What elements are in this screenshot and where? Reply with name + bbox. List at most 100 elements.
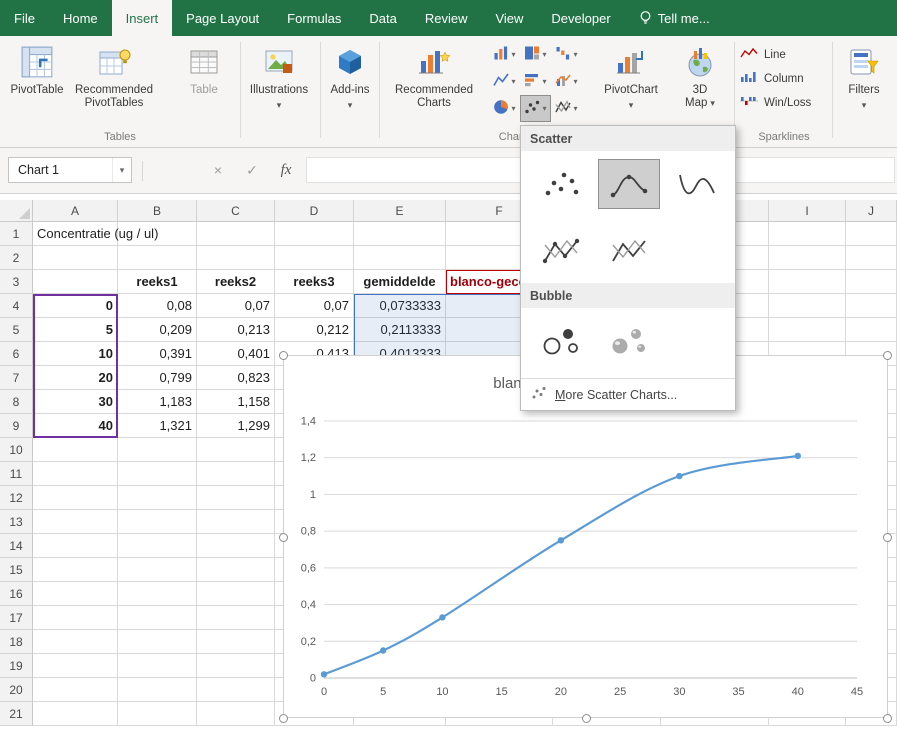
cell-C18[interactable]	[197, 630, 275, 654]
cell-C12[interactable]	[197, 486, 275, 510]
cell-B15[interactable]	[118, 558, 197, 582]
cell-B16[interactable]	[118, 582, 197, 606]
cell-B17[interactable]	[118, 606, 197, 630]
cell-C4[interactable]: 0,07	[197, 294, 275, 318]
cell-J1[interactable]	[846, 222, 897, 246]
cell-C13[interactable]	[197, 510, 275, 534]
scatter-chart-button[interactable]: ▾	[520, 95, 551, 122]
cell-I4[interactable]	[769, 294, 846, 318]
cell-C7[interactable]: 0,823	[197, 366, 275, 390]
row-header-16[interactable]: 16	[0, 582, 33, 606]
cell-E4[interactable]: 0,0733333	[354, 294, 446, 318]
cell-C8[interactable]: 1,158	[197, 390, 275, 414]
cell-C9[interactable]: 1,299	[197, 414, 275, 438]
bubble-option[interactable]	[530, 316, 592, 366]
chart-resize-handle[interactable]	[279, 351, 288, 360]
tab-developer[interactable]: Developer	[537, 0, 624, 36]
row-header-13[interactable]: 13	[0, 510, 33, 534]
cell-A15[interactable]	[33, 558, 118, 582]
cell-A17[interactable]	[33, 606, 118, 630]
formula-bar-splitter[interactable]	[142, 161, 143, 181]
chart-resize-handle[interactable]	[883, 714, 892, 723]
chart-resize-handle[interactable]	[883, 533, 892, 542]
row-header-5[interactable]: 5	[0, 318, 33, 342]
cell-B9[interactable]: 1,321	[118, 414, 197, 438]
cell-I5[interactable]	[769, 318, 846, 342]
chart-resize-handle[interactable]	[582, 714, 591, 723]
more-scatter-charts-item[interactable]: More Scatter Charts...	[521, 378, 735, 410]
cell-B11[interactable]	[118, 462, 197, 486]
cell-B13[interactable]	[118, 510, 197, 534]
recommended-pivottables-button[interactable]: Recommended PivotTables	[70, 40, 158, 140]
cell-I1[interactable]	[769, 222, 846, 246]
cell-A21[interactable]	[33, 702, 118, 726]
column-header-I[interactable]: I	[769, 200, 846, 222]
cell-B5[interactable]: 0,209	[118, 318, 197, 342]
cell-A7[interactable]: 20	[33, 366, 118, 390]
cancel-button[interactable]: ×	[204, 157, 232, 183]
illustrations-button[interactable]: Illustrations ▾	[246, 40, 312, 140]
cell-A3[interactable]	[33, 270, 118, 294]
insert-function-button[interactable]: fx	[272, 157, 300, 183]
row-header-14[interactable]: 14	[0, 534, 33, 558]
cell-A6[interactable]: 10	[33, 342, 118, 366]
cell-A8[interactable]: 30	[33, 390, 118, 414]
cell-B20[interactable]	[118, 678, 197, 702]
cell-D1[interactable]	[275, 222, 354, 246]
cell-B2[interactable]	[118, 246, 197, 270]
cell-A19[interactable]	[33, 654, 118, 678]
tab-data[interactable]: Data	[355, 0, 410, 36]
filters-button[interactable]: Filters ▾	[836, 40, 892, 140]
cell-B3[interactable]: reeks1	[118, 270, 197, 294]
pivottable-button[interactable]: PivotTable	[6, 40, 68, 140]
scatter-straight-option[interactable]	[598, 225, 660, 275]
cell-J5[interactable]	[846, 318, 897, 342]
scatter-straight-markers-option[interactable]	[530, 225, 592, 275]
column-header-B[interactable]: B	[118, 200, 197, 222]
tab-review[interactable]: Review	[411, 0, 482, 36]
cell-B6[interactable]: 0,391	[118, 342, 197, 366]
row-header-10[interactable]: 10	[0, 438, 33, 462]
cell-C1[interactable]	[197, 222, 275, 246]
cell-A1[interactable]: Concentratie (ug / ul)	[33, 222, 118, 246]
column-header-C[interactable]: C	[197, 200, 275, 222]
cell-A14[interactable]	[33, 534, 118, 558]
cell-B18[interactable]	[118, 630, 197, 654]
sparkline-win-loss-button[interactable]: Win/Loss	[740, 92, 828, 113]
row-header-9[interactable]: 9	[0, 414, 33, 438]
cell-C3[interactable]: reeks2	[197, 270, 275, 294]
cell-J3[interactable]	[846, 270, 897, 294]
row-header-17[interactable]: 17	[0, 606, 33, 630]
bubble-3d-option[interactable]	[598, 316, 660, 366]
row-header-7[interactable]: 7	[0, 366, 33, 390]
bar-chart-button[interactable]: ▾	[520, 68, 551, 95]
table-button[interactable]: Table	[176, 40, 232, 140]
cell-I2[interactable]	[769, 246, 846, 270]
cell-B21[interactable]	[118, 702, 197, 726]
cell-C10[interactable]	[197, 438, 275, 462]
row-header-19[interactable]: 19	[0, 654, 33, 678]
row-header-12[interactable]: 12	[0, 486, 33, 510]
name-box[interactable]: Chart 1 ▾	[8, 157, 132, 183]
cell-E3[interactable]: gemiddelde	[354, 270, 446, 294]
cell-A2[interactable]	[33, 246, 118, 270]
cell-A20[interactable]	[33, 678, 118, 702]
cell-C21[interactable]	[197, 702, 275, 726]
cell-C15[interactable]	[197, 558, 275, 582]
cell-C2[interactable]	[197, 246, 275, 270]
cell-A16[interactable]	[33, 582, 118, 606]
cell-A9[interactable]: 40	[33, 414, 118, 438]
column-chart-button[interactable]: ▾	[489, 41, 520, 68]
cell-C16[interactable]	[197, 582, 275, 606]
tab-page-layout[interactable]: Page Layout	[172, 0, 273, 36]
waterfall-chart-button[interactable]: ▾	[551, 41, 582, 68]
cell-A10[interactable]	[33, 438, 118, 462]
row-header-2[interactable]: 2	[0, 246, 33, 270]
hierarchy-chart-button[interactable]: ▾	[520, 41, 551, 68]
sparkline-line-button[interactable]: Line	[740, 44, 828, 65]
cell-B14[interactable]	[118, 534, 197, 558]
cell-D3[interactable]: reeks3	[275, 270, 354, 294]
cell-B12[interactable]	[118, 486, 197, 510]
scatter-smooth-option[interactable]	[666, 159, 728, 209]
cell-J4[interactable]	[846, 294, 897, 318]
